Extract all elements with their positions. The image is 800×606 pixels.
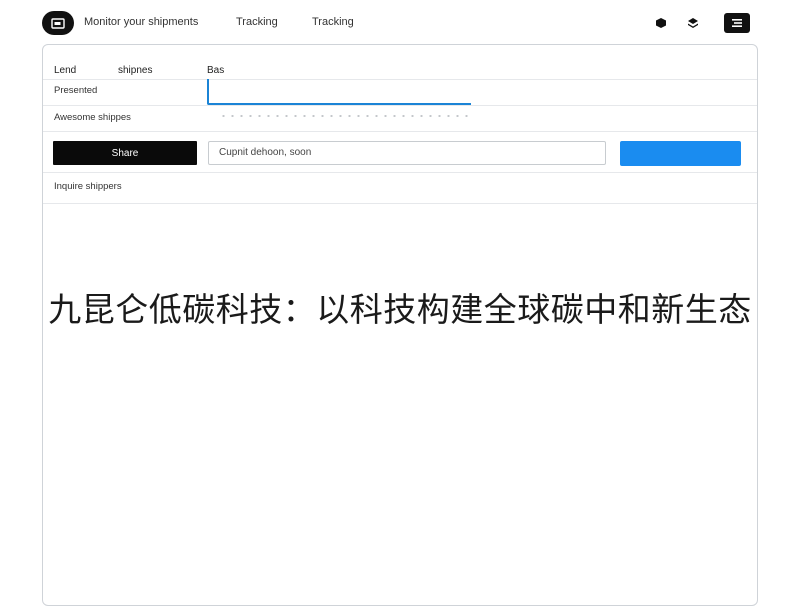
row-label-awesome-shippers: Awesome shippes [54, 112, 131, 123]
nav-tracking-secondary[interactable]: Tracking [312, 16, 354, 28]
row-label-presented: Presented [54, 85, 98, 96]
app-logo-button[interactable] [42, 11, 74, 35]
nav-monitor-shipments[interactable]: Monitor your shipments [84, 16, 198, 28]
search-input[interactable]: Cupnit dehoon, soon [208, 141, 606, 165]
share-button[interactable]: Share [53, 141, 197, 165]
window-icon [51, 17, 65, 29]
tab-shipments[interactable]: shipnes [118, 65, 152, 76]
tab-bas[interactable]: Bas [207, 65, 224, 76]
dotted-separator [219, 115, 469, 117]
nav-tracking[interactable]: Tracking [236, 16, 278, 28]
menu-icon [732, 19, 742, 27]
row-divider [43, 131, 757, 132]
row-divider [43, 172, 757, 173]
top-navigation-bar: Monitor your shipments Tracking Tracking [42, 6, 758, 42]
row-divider [43, 203, 757, 204]
menu-button[interactable] [724, 13, 750, 33]
box-icon-button[interactable] [652, 14, 670, 32]
row-label-inquire-shippers[interactable]: Inquire shippers [54, 181, 122, 192]
row-divider [43, 105, 757, 106]
overlay-headline: 九昆仑低碳科技：以科技构建全球碳中和新生态 [48, 290, 752, 329]
box-icon [656, 18, 666, 28]
layers-icon-button[interactable] [684, 14, 702, 32]
layers-icon [688, 18, 698, 28]
submit-button[interactable] [620, 141, 741, 166]
tab-lend[interactable]: Lend [54, 65, 76, 76]
focused-input-field[interactable] [207, 79, 471, 105]
